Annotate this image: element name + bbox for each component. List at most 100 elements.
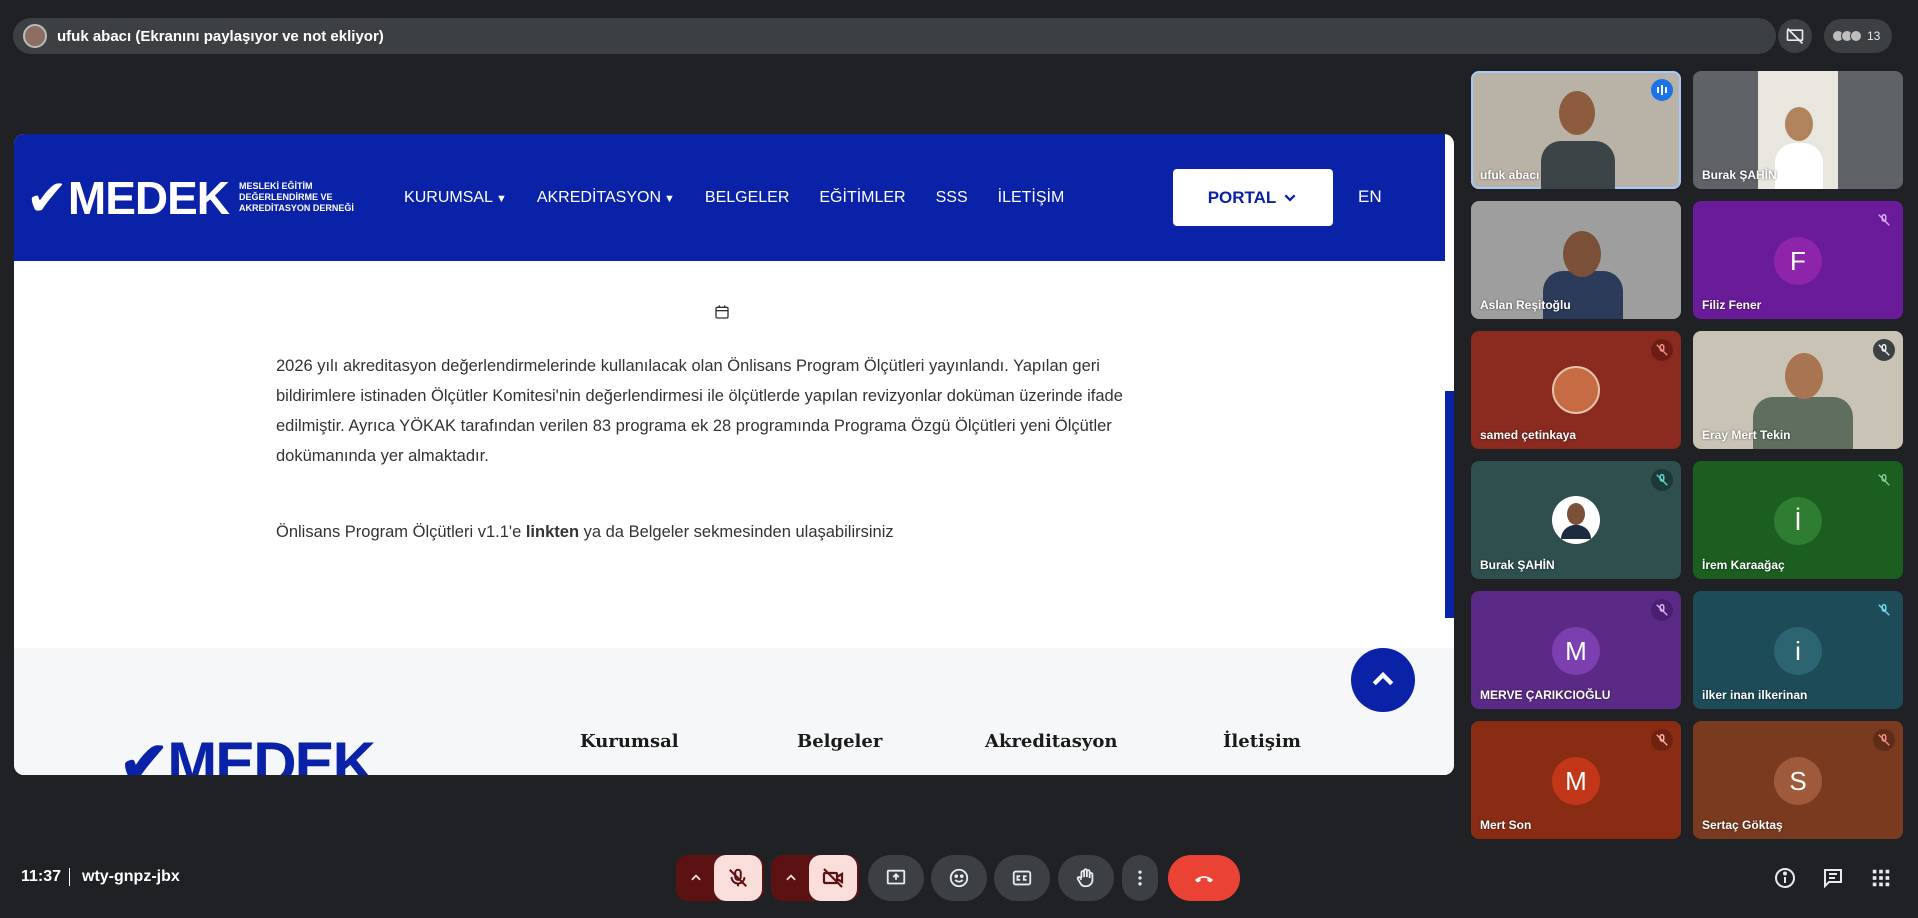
article-link-paragraph: Önlisans Program Ölçütleri v1.1'e linkte… xyxy=(276,523,894,541)
logo-text: MEDEK xyxy=(67,171,230,224)
participant-tile[interactable]: i ilker inan ilkerinan xyxy=(1693,591,1903,709)
menu-akreditasyon[interactable]: AKREDİTASYON ▼ xyxy=(537,189,675,207)
chevron-up-icon xyxy=(786,874,796,881)
info-icon xyxy=(1775,868,1795,888)
participant-name: Burak ŞAHİN xyxy=(1480,558,1555,572)
more-vert-icon xyxy=(1138,870,1142,886)
phone-hangup-icon xyxy=(1195,876,1213,883)
participant-initial: F xyxy=(1774,237,1822,285)
presenter-bar: ufuk abacı (Ekranını paylaşıyor ve not e… xyxy=(13,18,1776,54)
participant-initial: i xyxy=(1774,627,1822,675)
language-switch[interactable]: EN xyxy=(1358,187,1382,207)
captions-button[interactable] xyxy=(994,855,1050,901)
participant-name: İrem Karaağaç xyxy=(1702,558,1785,572)
footer-col-iletisim[interactable]: İletişim xyxy=(1223,731,1301,752)
camera-options-button[interactable] xyxy=(773,871,809,885)
participant-initial: İ xyxy=(1774,497,1822,545)
speaking-indicator-icon xyxy=(1651,79,1673,101)
participant-name: Sertaç Göktaş xyxy=(1702,818,1783,832)
site-menu: KURUMSAL ▼ AKREDİTASYON ▼ BELGELER EĞİTİML… xyxy=(404,189,1064,207)
camera-control-group xyxy=(771,855,859,901)
menu-egitimler[interactable]: EĞİTİMLER xyxy=(819,189,905,207)
meeting-time: 11:37 xyxy=(21,868,62,885)
participant-photo xyxy=(1552,366,1600,414)
footer-col-belgeler[interactable]: Belgeler xyxy=(797,731,882,752)
shared-screen: ✔ MEDEK MESLEKİ EĞİTİM DEĞERLENDİRME VE … xyxy=(14,134,1454,775)
participant-name: Eray Mert Tekin xyxy=(1702,428,1791,442)
mic-off-icon xyxy=(1873,599,1895,621)
meet-window: ufuk abacı (Ekranını paylaşıyor ve not e… xyxy=(0,0,1918,918)
raise-hand-button[interactable] xyxy=(1058,855,1114,901)
site-nav: ✔ MEDEK MESLEKİ EĞİTİM DEĞERLENDİRME VE … xyxy=(14,134,1445,261)
chat-icon xyxy=(1824,869,1842,889)
mic-toggle-button[interactable] xyxy=(714,855,762,901)
portal-button[interactable]: PORTAL xyxy=(1173,169,1333,226)
participant-tile[interactable]: ufuk abacı xyxy=(1471,71,1681,189)
participant-name: samed çetinkaya xyxy=(1480,428,1577,442)
article-paragraph: 2026 yılı akreditasyon değerlendirmeleri… xyxy=(276,357,1123,465)
article-link[interactable]: linkten xyxy=(526,523,579,541)
mic-off-icon xyxy=(1651,599,1673,621)
presenter-title: ufuk abacı (Ekranını paylaşıyor ve not e… xyxy=(57,27,384,45)
mic-off-icon xyxy=(1873,339,1895,361)
participant-tile[interactable]: F Filiz Fener xyxy=(1693,201,1903,319)
participant-tile[interactable]: Eray Mert Tekin xyxy=(1693,331,1903,449)
mic-off-icon xyxy=(1873,729,1895,751)
menu-sss[interactable]: SSS xyxy=(936,189,968,207)
participants-button[interactable]: 13 xyxy=(1824,19,1893,53)
chat-button[interactable] xyxy=(1820,865,1846,891)
chevron-up-icon xyxy=(691,874,701,881)
participant-name: Mert Son xyxy=(1480,818,1532,832)
participant-tile[interactable]: M MERVE ÇARIKCIOĞLU xyxy=(1471,591,1681,709)
captions-icon xyxy=(1012,870,1032,886)
camera-off-icon xyxy=(822,868,844,888)
leave-call-button[interactable] xyxy=(1168,855,1240,901)
participant-count: 13 xyxy=(1867,29,1881,43)
participant-initial: S xyxy=(1774,757,1822,805)
mic-off-icon xyxy=(1873,469,1895,491)
menu-kurumsal[interactable]: KURUMSAL ▼ xyxy=(404,189,507,207)
mic-off-icon xyxy=(1651,339,1673,361)
participant-tile[interactable]: M Mert Son xyxy=(1471,721,1681,839)
participant-initial: M xyxy=(1552,627,1600,675)
mic-options-button[interactable] xyxy=(678,871,714,885)
medek-logo[interactable]: ✔ MEDEK MESLEKİ EĞİTİM DEĞERLENDİRME VE … xyxy=(26,169,374,227)
menu-iletisim[interactable]: İLETİŞİM xyxy=(998,189,1065,207)
mic-control-group xyxy=(676,855,764,901)
footer-logo: ✔MEDEK xyxy=(119,730,376,776)
footer-col-kurumsal[interactable]: Kurumsal xyxy=(580,731,679,752)
mic-off-icon xyxy=(729,868,747,887)
emoji-icon xyxy=(949,868,969,888)
hide-presentation-button[interactable] xyxy=(1778,19,1812,53)
hand-icon xyxy=(1076,868,1094,888)
participant-tile[interactable]: Aslan Reşitoğlu xyxy=(1471,201,1681,319)
portal-label: PORTAL xyxy=(1207,187,1277,207)
present-button[interactable] xyxy=(868,855,924,901)
mic-off-icon xyxy=(1651,729,1673,751)
checkmark-logo-icon: ✔ xyxy=(26,168,68,227)
footer-col-akreditasyon[interactable]: Akreditasyon xyxy=(985,731,1117,752)
participant-tile[interactable]: İ İrem Karaağaç xyxy=(1693,461,1903,579)
participant-name: Filiz Fener xyxy=(1702,298,1762,312)
participant-tile[interactable]: samed çetinkaya xyxy=(1471,331,1681,449)
activities-button[interactable] xyxy=(1868,865,1894,891)
participant-name: ufuk abacı xyxy=(1480,168,1540,182)
presentation-off-icon xyxy=(1786,27,1804,45)
divider xyxy=(69,868,70,886)
presenter-avatar xyxy=(23,24,47,48)
participant-tile[interactable]: Burak ŞAHİN xyxy=(1693,71,1903,189)
apps-grid-icon xyxy=(1872,869,1890,887)
participant-tile[interactable]: Burak ŞAHİN xyxy=(1471,461,1681,579)
scroll-to-top-button[interactable] xyxy=(1351,648,1415,712)
menu-belgeler[interactable]: BELGELER xyxy=(705,189,789,207)
more-options-button[interactable] xyxy=(1122,855,1158,901)
chevron-up-icon xyxy=(1372,671,1394,686)
meeting-details-button[interactable] xyxy=(1772,865,1798,891)
news-article: 2026 yılı akreditasyon değerlendirmeleri… xyxy=(276,351,1156,547)
mic-off-icon xyxy=(1651,469,1673,491)
reactions-button[interactable] xyxy=(931,855,987,901)
participant-tile[interactable]: S Sertaç Göktaş xyxy=(1693,721,1903,839)
top-right-controls: 13 xyxy=(1778,18,1918,54)
camera-toggle-button[interactable] xyxy=(809,855,857,901)
mic-off-icon xyxy=(1873,209,1895,231)
